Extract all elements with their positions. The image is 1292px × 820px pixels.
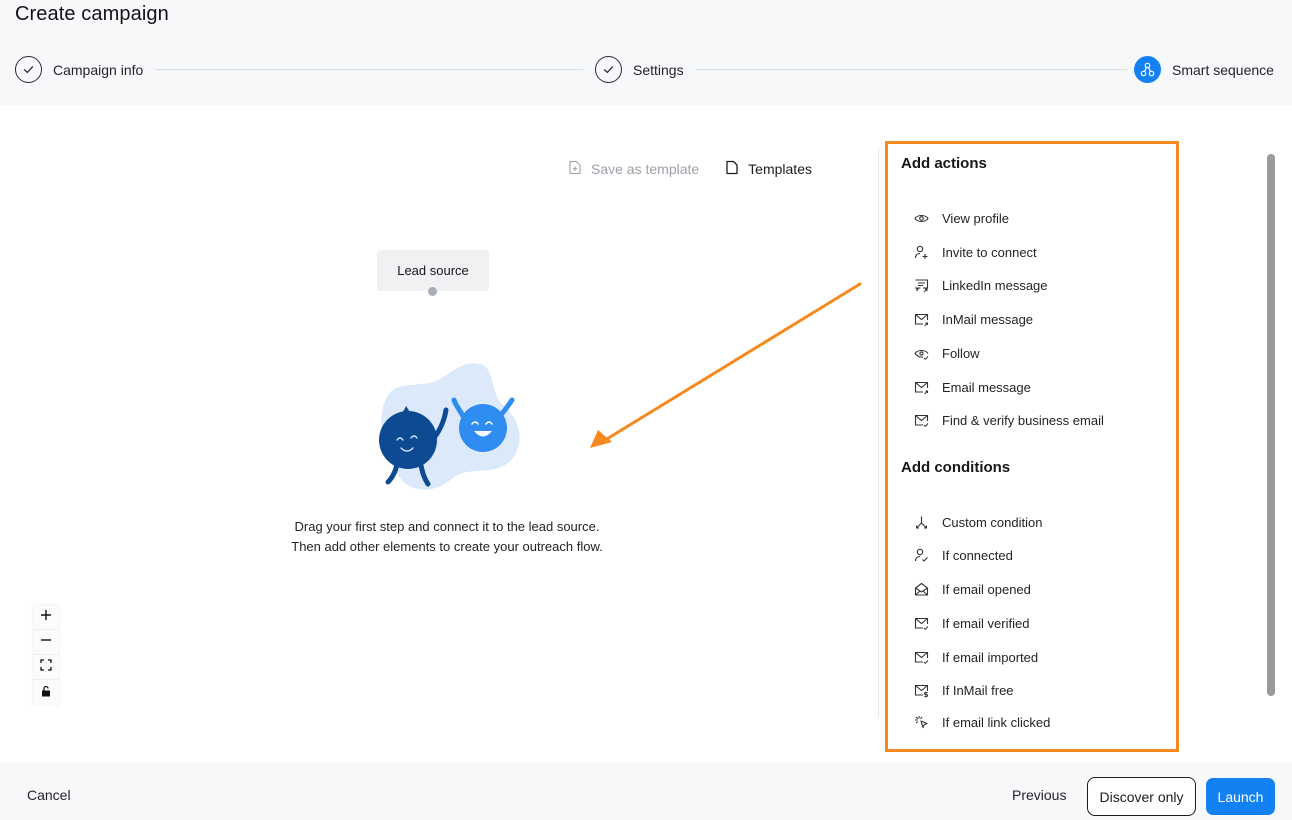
add-conditions-title: Add conditions xyxy=(901,459,1011,476)
action-label: LinkedIn message xyxy=(942,277,1048,293)
step-label: Settings xyxy=(633,61,684,78)
user-check-icon xyxy=(913,547,929,563)
mail-open-icon xyxy=(913,581,929,597)
step-campaign-info[interactable]: Campaign info xyxy=(15,56,143,83)
step-connector xyxy=(155,69,583,70)
templates-label: Templates xyxy=(748,161,812,177)
condition-label: If email opened xyxy=(942,581,1031,597)
lock-icon xyxy=(40,684,52,702)
step-connector xyxy=(695,69,1127,70)
launch-button[interactable]: Launch xyxy=(1206,778,1275,815)
elements-panel: Add actions View profile Invite to conne… xyxy=(885,141,1179,752)
sequence-icon xyxy=(1134,56,1161,83)
condition-if-connected[interactable]: If connected xyxy=(913,544,1163,566)
split-icon xyxy=(913,514,929,530)
action-inmail-message[interactable]: InMail message xyxy=(913,308,1163,330)
plus-icon xyxy=(40,608,52,626)
action-label: View profile xyxy=(942,210,1009,226)
action-email-message[interactable]: Email message xyxy=(913,376,1163,398)
file-icon xyxy=(725,160,739,178)
flow-canvas[interactable]: Save as template Templates Lead source D… xyxy=(0,105,878,763)
minus-icon xyxy=(40,633,52,651)
add-actions-title: Add actions xyxy=(901,155,987,172)
mail-check-icon xyxy=(913,649,929,665)
mail-send-icon xyxy=(913,311,929,327)
lock-button[interactable] xyxy=(33,680,59,705)
action-follow[interactable]: Follow xyxy=(913,342,1163,364)
condition-label: If email imported xyxy=(942,649,1039,665)
eye-check-icon xyxy=(913,345,929,361)
fit-view-button[interactable] xyxy=(33,655,59,680)
step-label: Smart sequence xyxy=(1172,61,1274,78)
condition-if-email-verified[interactable]: If email verified xyxy=(913,612,1163,634)
action-linkedin-message[interactable]: LinkedIn message xyxy=(913,274,1163,296)
condition-label: If email verified xyxy=(942,615,1030,631)
header: Create campaign Campaign info Settings S… xyxy=(0,0,1292,105)
file-plus-icon xyxy=(568,160,582,178)
mail-check-icon xyxy=(913,615,929,631)
condition-if-inmail-free[interactable]: If InMail free xyxy=(913,679,1163,701)
panel-scrollbar[interactable] xyxy=(1267,154,1275,696)
action-label: InMail message xyxy=(942,311,1034,327)
condition-if-email-opened[interactable]: If email opened xyxy=(913,578,1163,600)
condition-custom[interactable]: Custom condition xyxy=(913,511,1163,533)
condition-if-email-imported[interactable]: If email imported xyxy=(913,646,1163,668)
user-plus-icon xyxy=(913,244,929,260)
lead-source-handle[interactable] xyxy=(428,287,437,296)
action-invite-to-connect[interactable]: Invite to connect xyxy=(913,241,1163,263)
condition-label: If email link clicked xyxy=(942,714,1051,730)
condition-label: If InMail free xyxy=(942,682,1014,698)
empty-state-illustration xyxy=(368,360,528,495)
zoom-in-button[interactable] xyxy=(33,605,59,630)
cancel-button[interactable]: Cancel xyxy=(27,787,71,803)
step-label: Campaign info xyxy=(53,61,144,78)
empty-state-text: Drag your first step and connect it to t… xyxy=(291,519,603,554)
action-label: Email message xyxy=(942,379,1031,395)
action-label: Follow xyxy=(942,345,980,361)
action-view-profile[interactable]: View profile xyxy=(913,207,1163,229)
fit-view-icon xyxy=(40,658,52,676)
step-smart-sequence[interactable]: Smart sequence xyxy=(1134,56,1274,83)
panel-divider xyxy=(878,148,879,718)
condition-if-email-link-clicked[interactable]: If email link clicked xyxy=(913,711,1163,733)
message-icon xyxy=(913,277,929,293)
page-title: Create campaign xyxy=(15,3,169,25)
action-label: Invite to connect xyxy=(942,244,1037,260)
save-as-template-label: Save as template xyxy=(591,161,700,177)
save-as-template-button[interactable]: Save as template xyxy=(568,160,699,178)
check-icon xyxy=(595,56,622,83)
mail-send-icon xyxy=(913,379,929,395)
discover-only-button[interactable]: Discover only xyxy=(1087,777,1196,816)
condition-label: Custom condition xyxy=(942,514,1043,530)
check-icon xyxy=(15,56,42,83)
previous-button[interactable]: Previous xyxy=(1012,787,1066,803)
lead-source-node[interactable]: Lead source xyxy=(377,250,489,291)
click-icon xyxy=(913,714,929,730)
zoom-out-button[interactable] xyxy=(33,630,59,655)
mail-check-icon xyxy=(913,412,929,428)
zoom-controls xyxy=(33,605,59,705)
mail-dollar-icon xyxy=(913,682,929,698)
stepper: Campaign info Settings Smart sequence xyxy=(15,56,1277,83)
eye-icon xyxy=(913,210,929,226)
action-find-verify-email[interactable]: Find & verify business email xyxy=(913,409,1163,431)
condition-label: If connected xyxy=(942,547,1013,563)
action-label: Find & verify business email xyxy=(942,412,1104,428)
templates-button[interactable]: Templates xyxy=(725,160,812,178)
step-settings[interactable]: Settings xyxy=(595,56,684,83)
canvas-toolbar: Save as template Templates xyxy=(568,160,812,178)
footer: Cancel Previous Discover only Launch xyxy=(0,763,1292,820)
